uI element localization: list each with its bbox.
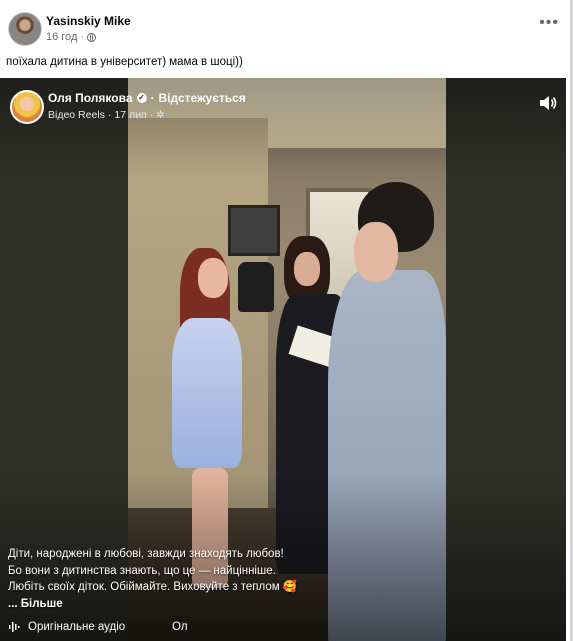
reel-source[interactable]: Відео Reels bbox=[48, 109, 105, 121]
volume-icon[interactable] bbox=[538, 94, 558, 112]
reel-author-row: Оля Полякова ✓ · Відстежується bbox=[48, 91, 246, 105]
author-avatar[interactable] bbox=[8, 12, 42, 46]
more-options-button[interactable]: ••• bbox=[539, 14, 559, 32]
reel-meta-separator-2: · bbox=[149, 109, 154, 121]
gear-icon[interactable]: ✲ bbox=[156, 110, 164, 121]
verified-badge-icon: ✓ bbox=[136, 93, 147, 103]
globe-icon[interactable] bbox=[87, 32, 97, 42]
meta-separator: · bbox=[80, 31, 85, 43]
see-more-link[interactable]: ... Більше bbox=[8, 596, 328, 613]
post-meta: 16 год · bbox=[46, 31, 97, 43]
reel-author-avatar[interactable] bbox=[10, 90, 44, 124]
audio-label[interactable]: Оригінальне аудіо bbox=[28, 621, 125, 633]
caption-line: Діти, народжені в любові, завжди знаходя… bbox=[8, 548, 284, 560]
caption-line: Бо вони з дитинства знають, що це — найц… bbox=[8, 564, 276, 577]
follow-status-button[interactable]: Відстежується bbox=[159, 91, 246, 105]
audio-author-truncated[interactable]: Ол bbox=[172, 621, 188, 633]
caption-line: Любіть своїх діток. Обіймайте. Виховуйте… bbox=[8, 581, 298, 593]
post-text: поїхала дитина в університет) мама в шоц… bbox=[6, 56, 243, 68]
reel-meta: Відео Reels · 17 лип · ✲ bbox=[48, 109, 165, 121]
reel-meta-separator: · bbox=[107, 109, 112, 121]
reel-separator: · bbox=[150, 91, 155, 105]
reel-date[interactable]: 17 лип bbox=[114, 109, 146, 121]
audio-row[interactable]: Оригінальне аудіо bbox=[8, 621, 125, 633]
reel-author-name[interactable]: Оля Полякова bbox=[48, 91, 133, 105]
reel-video[interactable]: Оля Полякова ✓ · Відстежується Відео Ree… bbox=[0, 78, 566, 641]
audio-wave-icon bbox=[9, 622, 20, 632]
author-name[interactable]: Yasinskiy Mike bbox=[46, 14, 131, 28]
reel-caption: Діти, народжені в любові, завжди знаходя… bbox=[8, 546, 328, 612]
post-header: Yasinskiy Mike 16 год · ••• поїхала дити… bbox=[0, 0, 573, 78]
post-time[interactable]: 16 год bbox=[46, 31, 77, 43]
caption-emoji: 🥰 bbox=[282, 581, 298, 593]
